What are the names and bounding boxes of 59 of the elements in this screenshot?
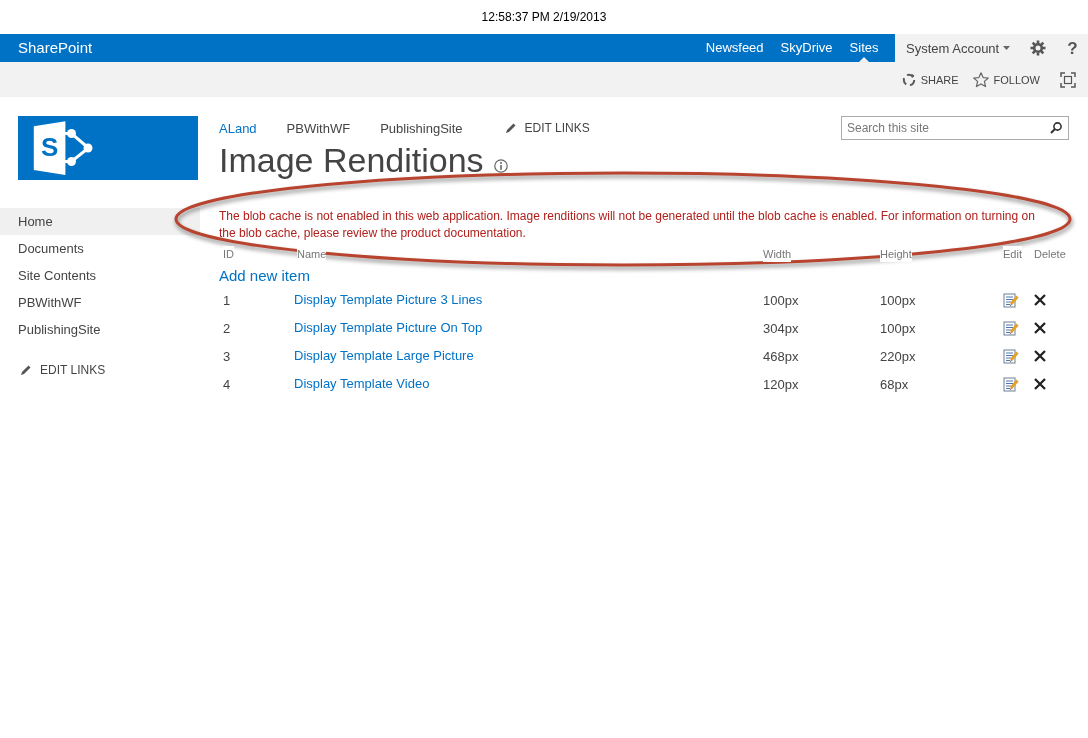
search-icon[interactable]	[1050, 122, 1062, 134]
top-nav-link[interactable]: PBWithWF	[286, 120, 351, 136]
width-cell-text: 468px	[763, 347, 799, 366]
settings-icon[interactable]	[1030, 40, 1047, 56]
site-logo[interactable]: S	[18, 116, 198, 180]
height-cell-text: 100px	[880, 291, 916, 310]
info-icon[interactable]	[493, 159, 508, 173]
width-cell-text: 304px	[763, 319, 799, 338]
edit-icon[interactable]	[1003, 348, 1019, 364]
star-icon	[972, 71, 989, 88]
quick-launch-link[interactable]: PublishingSite	[0, 316, 200, 343]
circular-arrows-icon	[901, 72, 916, 87]
width-cell-text: 100px	[763, 291, 799, 310]
top-nav-link[interactable]: PublishingSite	[380, 120, 463, 136]
account-menu[interactable]: System Account	[906, 40, 1011, 56]
edit-icon[interactable]	[1003, 292, 1019, 308]
edit-icon[interactable]	[1003, 320, 1019, 336]
delete-icon[interactable]	[1034, 350, 1046, 362]
clock-text: 12:58:37 PM 2/19/2013	[481, 10, 607, 24]
id-cell-text: 3	[223, 347, 231, 366]
search-field[interactable]: Search this site	[841, 116, 1069, 140]
logo-letter: S	[41, 133, 59, 161]
edit-icon[interactable]	[1003, 376, 1019, 392]
item-name-link[interactable]: Display Template Picture 3 Lines	[294, 291, 483, 307]
delete-icon[interactable]	[1034, 322, 1046, 334]
suite-nav-link[interactable]: Newsfeed	[697, 34, 773, 62]
width-cell-text: 120px	[763, 375, 799, 394]
delete-icon[interactable]	[1034, 294, 1046, 306]
item-name-link[interactable]: Display Template Picture On Top	[294, 319, 483, 335]
height-cell-text: 68px	[880, 375, 909, 394]
item-name-link[interactable]: Display Template Video	[294, 375, 430, 391]
id-cell-text: 2	[223, 319, 231, 338]
id-cell-text: 1	[223, 291, 231, 310]
suite-nav-link[interactable]: Sites	[841, 34, 887, 62]
height-cell-text: 220px	[880, 347, 916, 366]
error-message: The blob cache is not enabled in this web application. Image renditions will not be generated until the blob cache is enabled. For information on turning on the blob cache, please review the product documentation.	[219, 208, 1036, 242]
follow-button[interactable]: FOLLOW	[972, 71, 1040, 88]
height-cell-text: 100px	[880, 319, 916, 338]
pencil-icon	[20, 364, 32, 376]
brand-link[interactable]: SharePoint	[0, 34, 93, 62]
id-cell-text: 4	[223, 375, 231, 394]
page-nodes-icon	[33, 121, 93, 176]
quick-launch-link[interactable]: Documents	[0, 235, 200, 262]
share-button[interactable]: SHARE	[901, 72, 959, 87]
quick-launch-link[interactable]: Home	[0, 208, 200, 235]
quick-launch-link[interactable]: PBWithWF	[0, 289, 200, 316]
focus-icon[interactable]	[1060, 71, 1076, 88]
help-button[interactable]: ?	[1067, 39, 1078, 57]
delete-icon[interactable]	[1034, 378, 1046, 390]
top-nav-link[interactable]: ALand	[219, 120, 257, 136]
edit-links-link[interactable]: EDIT LINKS	[504, 121, 590, 135]
quick-launch-link[interactable]: Site Contents	[0, 262, 200, 289]
caret-icon	[1003, 46, 1011, 50]
page-title: Image Renditions	[219, 140, 484, 180]
suite-nav-link[interactable]: SkyDrive	[772, 34, 842, 62]
pencil-icon	[504, 122, 517, 134]
item-name-link[interactable]: Display Template Large Picture	[294, 347, 474, 363]
add-new-item-link[interactable]: Add new item	[219, 266, 310, 286]
edit-links-link[interactable]: EDIT LINKS	[20, 357, 106, 383]
